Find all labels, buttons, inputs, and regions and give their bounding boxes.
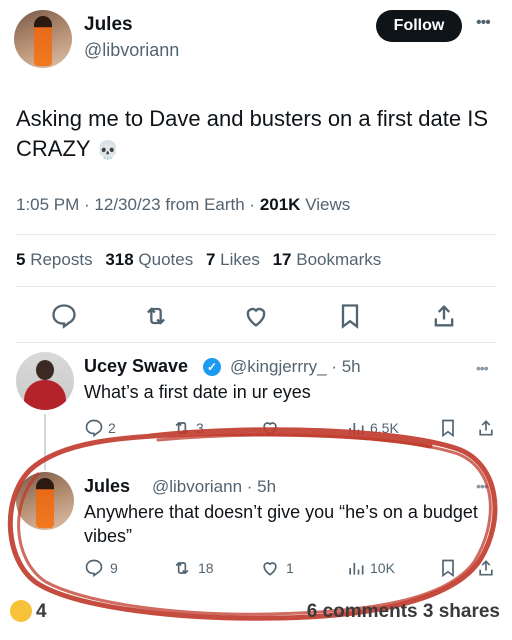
reply-avatar[interactable]	[16, 352, 74, 410]
repost-icon[interactable]	[142, 302, 170, 330]
divider	[16, 286, 496, 287]
verified-badge-icon: ✓	[203, 358, 221, 376]
like-icon[interactable]	[260, 558, 280, 578]
repost-icon[interactable]	[172, 418, 192, 438]
bookmarks-stat[interactable]: 17 Bookmarks	[273, 250, 382, 269]
views-label: Views	[305, 195, 351, 214]
views-icon[interactable]	[346, 558, 366, 578]
like-icon[interactable]	[260, 418, 280, 438]
tweet-time[interactable]: 1:05 PM	[16, 195, 79, 214]
views-count: 10K	[370, 560, 395, 576]
engagement-stats: 5 Reposts 318 Quotes 7 Likes 17 Bookmark…	[16, 250, 389, 270]
reposts-stat[interactable]: 5 Reposts	[16, 250, 93, 269]
reply-text: What’s a first date in ur eyes	[84, 382, 311, 402]
views-count: 6.5K	[370, 420, 399, 436]
share-icon[interactable]	[430, 302, 458, 330]
thread-line	[44, 414, 46, 470]
views-icon[interactable]	[346, 418, 366, 438]
repost-icon[interactable]	[172, 558, 192, 578]
likes-stat[interactable]: 7 Likes	[206, 250, 260, 269]
tweet-body: Asking me to Dave and busters on a first…	[16, 106, 489, 161]
reply-count: 2	[108, 420, 116, 436]
quotes-stat[interactable]: 318 Quotes	[105, 250, 193, 269]
more-options-icon[interactable]: •••	[476, 478, 489, 494]
reply-author-name[interactable]: Jules	[84, 476, 130, 497]
reply-author-name[interactable]: Ucey Swave	[84, 356, 188, 377]
like-count: 1	[286, 560, 294, 576]
share-icon[interactable]	[476, 418, 496, 438]
shares-count[interactable]: 3 shares	[423, 601, 500, 622]
author-name[interactable]: Jules	[84, 14, 133, 36]
laughing-emoji-icon[interactable]	[10, 600, 32, 622]
more-options-icon[interactable]: •••	[476, 360, 489, 376]
reply-author-handle[interactable]: @libvoriann · 5h	[152, 477, 276, 497]
bookmark-icon[interactable]	[336, 302, 364, 330]
views-count: 201K	[259, 195, 301, 214]
divider	[16, 234, 496, 235]
footer-counts: 6 comments 3 shares	[307, 601, 500, 623]
like-icon[interactable]	[242, 302, 270, 330]
tweet-date[interactable]: 12/30/23	[94, 195, 160, 214]
repost-count: 18	[198, 560, 214, 576]
reply-count: 9	[110, 560, 118, 576]
tweet-source: from Earth	[165, 195, 245, 214]
bookmark-icon[interactable]	[438, 558, 458, 578]
reply-author-handle[interactable]: @kingjerrry_ · 5h	[230, 357, 361, 377]
repost-count: 3	[196, 420, 204, 436]
share-icon[interactable]	[476, 558, 496, 578]
more-options-icon[interactable]: •••	[476, 14, 491, 32]
reaction-count: 4	[36, 601, 47, 622]
skull-emoji: 💀	[96, 140, 119, 160]
reply-icon[interactable]	[84, 418, 104, 438]
tweet-text: Asking me to Dave and busters on a first…	[16, 104, 502, 165]
follow-button[interactable]: Follow	[376, 10, 462, 42]
reply-icon[interactable]	[84, 558, 104, 578]
divider	[16, 342, 496, 343]
reply-avatar[interactable]	[16, 472, 74, 530]
comments-count[interactable]: 6 comments	[307, 601, 418, 622]
author-handle[interactable]: @libvoriann	[84, 40, 179, 61]
bookmark-icon[interactable]	[438, 418, 458, 438]
reply-icon[interactable]	[50, 302, 78, 330]
tweet-meta: 1:05 PM · 12/30/23 from Earth · 201K Vie…	[16, 195, 351, 214]
reply-text: Anywhere that doesn’t give you “he’s on …	[84, 502, 478, 546]
author-avatar[interactable]	[14, 10, 72, 68]
